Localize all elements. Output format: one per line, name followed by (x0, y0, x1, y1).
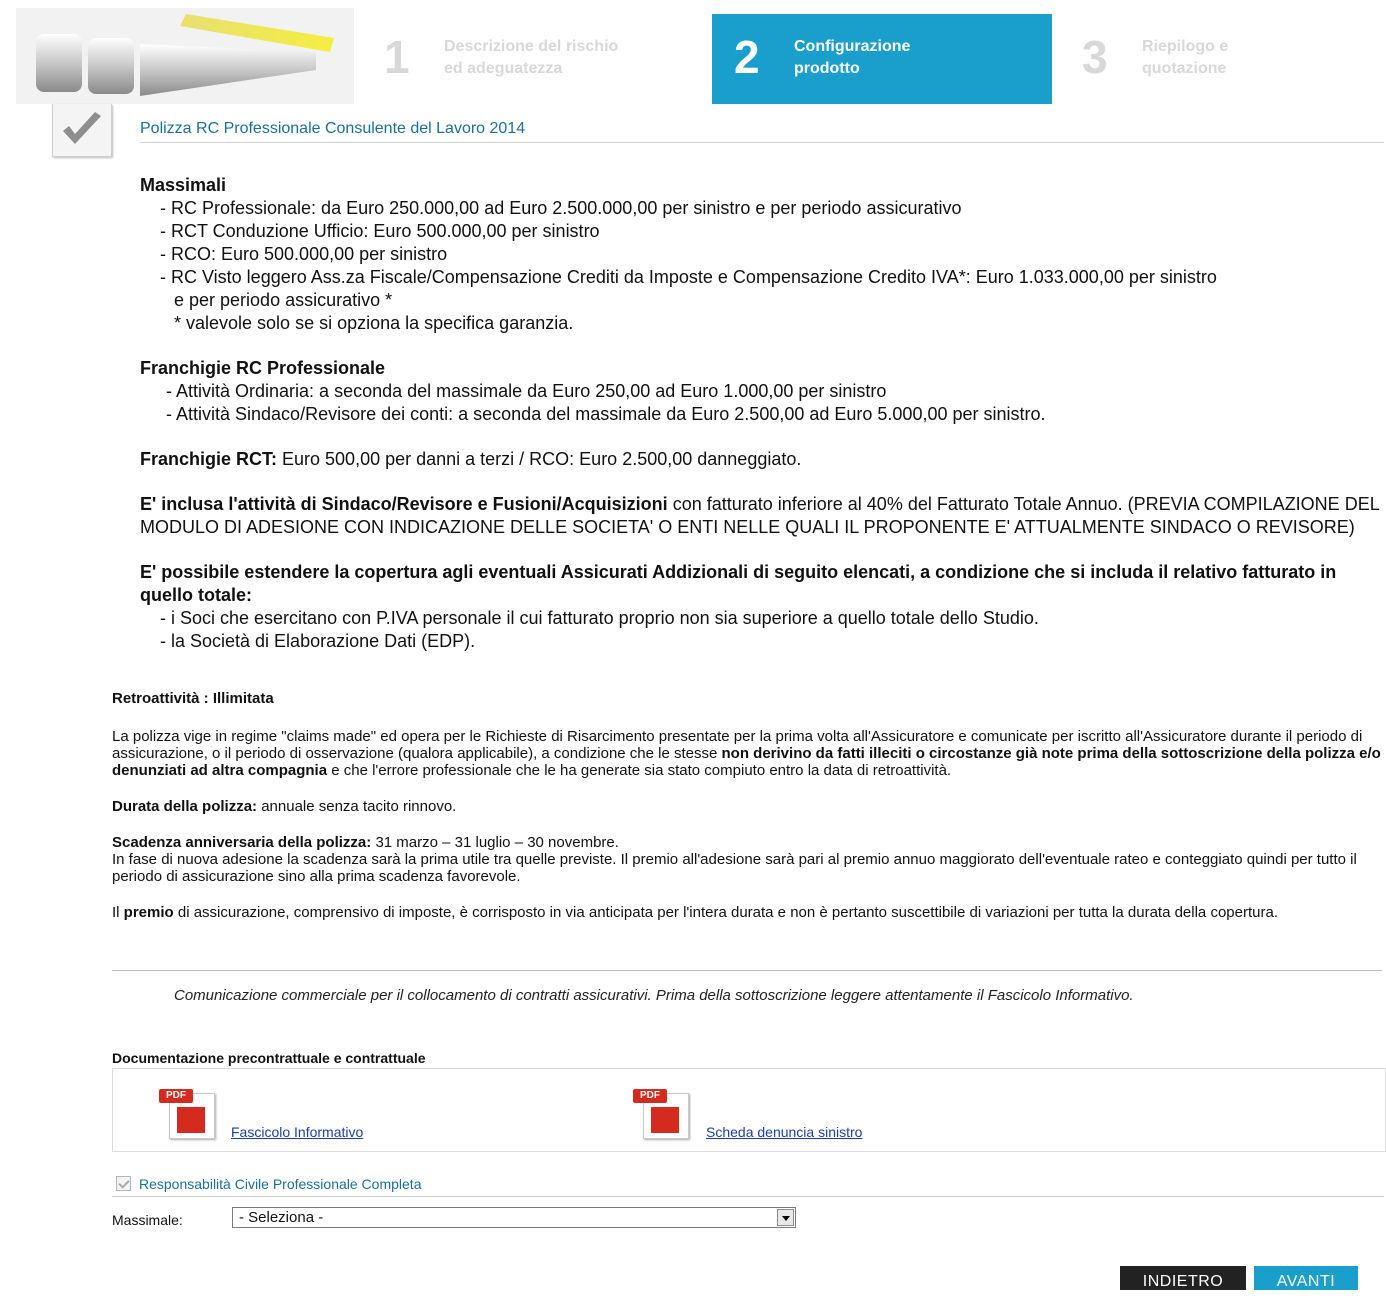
wizard-step-1[interactable]: 1 Descrizione del rischio ed adeguatezza (362, 14, 704, 104)
retroactivity: Retroattività : Illimitata (112, 690, 274, 707)
documents-heading: Documentazione precontrattuale e contrat… (112, 1050, 426, 1066)
scheda-denuncia-link[interactable]: Scheda denuncia sinistro (706, 1124, 862, 1140)
wizard-step-2-active[interactable]: 2 Configurazione prodotto (712, 14, 1052, 104)
franchigie-rct: Franchigie RCT: Euro 500,00 per danni a … (140, 449, 802, 469)
expiry-detail: In fase di nuova adesione la scadenza sa… (112, 851, 1357, 885)
pdf-icon[interactable]: PDF (633, 1089, 689, 1139)
coverage-checkbox-label: Responsabilità Civile Professionale Comp… (139, 1176, 422, 1192)
list-item: e per periodo assicurativo * (174, 290, 393, 310)
expiry-text: Scadenza anniversaria della polizza: 31 … (112, 834, 619, 851)
premium-text: Il premio di assicurazione, comprensivo … (112, 904, 1278, 921)
logo-graphic (36, 14, 334, 96)
massimali-heading: Massimali (140, 175, 227, 195)
coverage-checkbox-row[interactable]: Responsabilità Civile Professionale Comp… (116, 1176, 421, 1192)
product-checkmark-icon (52, 104, 112, 157)
additional-insured-heading: E' possibile estendere la copertura agli… (140, 562, 1337, 605)
list-item: - Attività Ordinaria: a seconda del mass… (166, 381, 887, 401)
divider (140, 142, 1384, 143)
list-item: * valevole solo se si opziona la specifi… (174, 313, 574, 333)
list-item: - RCO: Euro 500.000,00 per sinistro (160, 244, 448, 264)
pdf-icon[interactable]: PDF (159, 1089, 215, 1139)
claims-made-text: La polizza vige in regime "claims made" … (112, 728, 1381, 779)
divider (112, 970, 1382, 971)
divider (112, 1196, 1384, 1197)
massimale-select[interactable]: - Seleziona - (232, 1207, 796, 1228)
list-item: - Attività Sindaco/Revisore dei conti: a… (166, 404, 1046, 424)
brand-logo (16, 8, 354, 104)
wizard-step-3[interactable]: 3 Riepilogo e quotazione (1060, 14, 1386, 104)
policy-conditions: Retroattività : Illimitata La polizza vi… (112, 690, 1384, 921)
step-label: Configurazione prodotto (794, 38, 911, 77)
step-number: 1 (384, 31, 410, 83)
step-number: 2 (734, 31, 760, 83)
step-label: Descrizione del rischio ed adeguatezza (444, 38, 619, 77)
list-item: - la Società di Elaborazione Dati (EDP). (160, 631, 476, 651)
step-label: Riepilogo e quotazione (1142, 38, 1229, 77)
back-button[interactable]: INDIETRO (1120, 1266, 1246, 1290)
step-number: 3 (1082, 31, 1108, 83)
documents-panel: PDF Fascicolo Informativo PDF Scheda den… (112, 1068, 1386, 1152)
list-item: - RCT Conduzione Ufficio: Euro 500.000,0… (160, 221, 600, 241)
next-button[interactable]: AVANTI (1254, 1266, 1358, 1290)
list-item: - i Soci che esercitano con P.IVA person… (160, 608, 1039, 628)
sindaco-inclusion: E' inclusa l'attività di Sindaco/Revisor… (140, 494, 1380, 537)
product-description: Massimali - RC Professionale: da Euro 25… (140, 174, 1380, 653)
duration-text: Durata della polizza: annuale senza taci… (112, 798, 457, 815)
product-title: Polizza RC Professionale Consulente del … (140, 120, 526, 137)
commercial-notice: Comunicazione commerciale per il colloca… (174, 987, 1134, 1004)
franchigie-heading: Franchigie RC Professionale (140, 358, 386, 378)
list-item: - RC Visto leggero Ass.za Fiscale/Compen… (160, 267, 1217, 287)
fascicolo-informativo-link[interactable]: Fascicolo Informativo (231, 1124, 363, 1140)
chevron-down-icon[interactable] (777, 1209, 794, 1226)
list-item: - RC Professionale: da Euro 250.000,00 a… (160, 198, 962, 218)
select-value: - Seleziona - (239, 1209, 324, 1226)
massimale-label: Massimale: (112, 1212, 183, 1228)
coverage-checkbox[interactable] (116, 1176, 131, 1191)
